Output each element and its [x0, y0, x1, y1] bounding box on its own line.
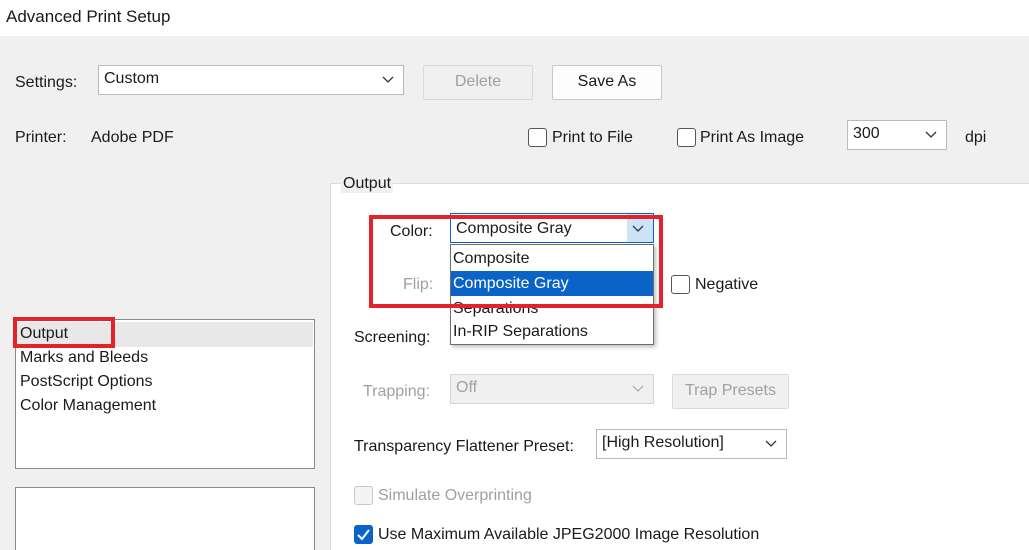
settings-dropdown[interactable]: Custom	[98, 65, 404, 95]
sidebar-item-postscript-options[interactable]: PostScript Options	[20, 373, 153, 391]
color-highlight-box	[369, 215, 663, 308]
delete-button[interactable]: Delete	[423, 65, 533, 100]
chevron-down-icon	[765, 440, 777, 447]
dpi-value: 300	[853, 125, 880, 142]
printer-value: Adobe PDF	[91, 129, 174, 146]
dpi-label: dpi	[965, 129, 987, 146]
simulate-overprinting-label: Simulate Overprinting	[378, 487, 532, 504]
chevron-down-icon	[382, 76, 394, 83]
screening-label: Screening:	[354, 329, 431, 346]
save-as-button[interactable]: Save As	[552, 65, 662, 100]
window-title: Advanced Print Setup	[6, 7, 171, 26]
simulate-overprinting-checkbox[interactable]	[354, 486, 373, 505]
sidebar-item-marks-and-bleeds[interactable]: Marks and Bleeds	[20, 349, 148, 367]
jpeg2000-label: Use Maximum Available JPEG2000 Image Res…	[378, 526, 760, 543]
trap-presets-button[interactable]: Trap Presets	[672, 374, 789, 409]
negative-label: Negative	[695, 276, 759, 293]
output-highlight-box	[13, 317, 115, 348]
checkmark-icon	[357, 529, 370, 541]
trapping-value: Off	[456, 379, 478, 396]
color-option-in-rip-separations[interactable]: In-RIP Separations	[451, 319, 653, 344]
chevron-down-icon	[632, 385, 644, 392]
preview-box	[15, 487, 315, 550]
print-as-image-checkbox[interactable]	[677, 128, 696, 147]
printer-label: Printer:	[15, 129, 67, 146]
dpi-dropdown[interactable]: 300	[847, 120, 947, 150]
negative-checkbox[interactable]	[671, 275, 690, 294]
trapping-label: Trapping:	[363, 383, 430, 400]
chevron-down-icon	[925, 131, 937, 138]
sidebar-item-color-management[interactable]: Color Management	[20, 397, 156, 415]
flattener-value: [High Resolution]	[602, 434, 724, 451]
settings-value: Custom	[104, 70, 160, 87]
flattener-dropdown[interactable]: [High Resolution]	[596, 429, 787, 459]
settings-label: Settings:	[15, 74, 78, 91]
print-to-file-label: Print to File	[552, 129, 633, 146]
print-as-image-label: Print As Image	[700, 129, 805, 146]
jpeg2000-checkbox[interactable]	[354, 525, 373, 544]
flattener-label: Transparency Flattener Preset:	[354, 438, 574, 455]
trapping-dropdown[interactable]: Off	[450, 374, 654, 404]
print-to-file-checkbox[interactable]	[528, 128, 547, 147]
output-section-label: Output	[341, 175, 394, 193]
